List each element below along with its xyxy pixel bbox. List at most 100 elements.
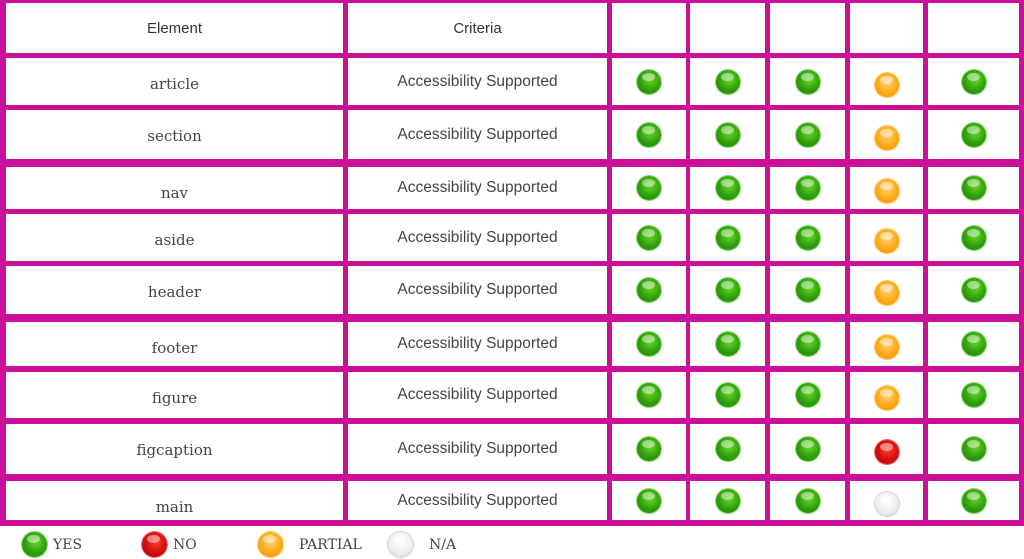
criteria-text: Accessibility Supported xyxy=(397,440,558,457)
status-partial-icon xyxy=(874,125,899,150)
legend-partial-icon xyxy=(258,532,283,557)
status-yes-icon xyxy=(961,488,986,513)
element-name: article xyxy=(149,75,199,93)
status-yes-icon xyxy=(961,437,986,461)
legend-label: YES xyxy=(53,536,83,553)
status-cell xyxy=(770,167,845,209)
status-yes-icon xyxy=(795,278,820,302)
status-cell xyxy=(612,322,686,366)
status-cell xyxy=(612,110,686,159)
support-table: Element Criteria article Accessibility Supp… xyxy=(0,0,1024,526)
status-na-icon xyxy=(874,491,899,516)
status-cell xyxy=(770,372,845,418)
status-cell xyxy=(690,266,765,314)
element-cell: figure xyxy=(6,372,343,418)
status-partial-icon xyxy=(874,386,899,410)
criteria-cell: Accessibility Supported xyxy=(348,214,607,261)
element-cell: article xyxy=(6,58,343,105)
status-partial-icon xyxy=(874,179,899,203)
status-cell xyxy=(690,424,765,474)
status-cell xyxy=(928,214,1019,261)
status-cell xyxy=(850,266,923,314)
legend-item-na: N/A xyxy=(388,532,456,557)
status-cell xyxy=(770,322,845,366)
status-no-icon xyxy=(874,440,899,464)
status-cell xyxy=(850,58,923,105)
status-cell xyxy=(850,481,923,520)
criteria-text: Accessibility Supported xyxy=(397,179,558,196)
element-name: aside xyxy=(154,231,195,249)
criteria-cell: Accessibility Supported xyxy=(348,167,607,209)
status-yes-icon xyxy=(715,383,740,407)
status-yes-icon xyxy=(637,383,661,407)
status-yes-icon xyxy=(715,332,740,356)
status-partial-icon xyxy=(874,228,899,253)
element-cell: header xyxy=(6,266,343,314)
status-cell xyxy=(770,481,845,520)
status-cell xyxy=(612,167,686,209)
status-cell xyxy=(928,58,1019,105)
status-cell xyxy=(690,214,765,261)
element-name: header xyxy=(147,283,202,301)
status-yes-icon xyxy=(715,225,740,250)
status-yes-icon xyxy=(961,278,986,302)
legend-label: PARTIAL xyxy=(299,536,362,553)
legend-na-icon xyxy=(388,532,413,557)
element-name: figure xyxy=(151,389,198,407)
status-yes-icon xyxy=(637,332,661,356)
status-cell xyxy=(770,266,845,314)
status-cell xyxy=(690,58,765,105)
element-cell: aside xyxy=(6,214,343,261)
status-partial-icon xyxy=(874,281,899,305)
element-cell: footer xyxy=(6,322,343,366)
status-cell xyxy=(928,167,1019,209)
status-yes-icon xyxy=(637,278,661,302)
element-name: nav xyxy=(160,184,189,202)
header-cell xyxy=(612,3,686,53)
status-cell xyxy=(928,372,1019,418)
status-yes-icon xyxy=(715,278,740,302)
status-cell xyxy=(612,266,686,314)
criteria-text: Accessibility Supported xyxy=(397,335,558,352)
element-name: footer xyxy=(151,339,198,357)
status-cell xyxy=(690,322,765,366)
status-yes-icon xyxy=(961,383,986,407)
criteria-text: Accessibility Supported xyxy=(397,72,558,90)
header-criteria: Criteria xyxy=(453,19,502,37)
status-cell xyxy=(850,167,923,209)
status-cell xyxy=(690,372,765,418)
status-yes-icon xyxy=(715,176,740,200)
status-cell xyxy=(850,372,923,418)
status-cell xyxy=(928,424,1019,474)
status-cell xyxy=(770,214,845,261)
status-yes-icon xyxy=(795,383,820,407)
header-cell xyxy=(850,3,923,53)
status-cell xyxy=(612,424,686,474)
status-cell xyxy=(850,322,923,366)
status-yes-icon xyxy=(637,122,661,147)
legend: YES NO PARTIAL N/A xyxy=(0,530,1024,559)
criteria-cell: Accessibility Supported xyxy=(348,266,607,314)
criteria-cell: Accessibility Supported xyxy=(348,372,607,418)
status-yes-icon xyxy=(961,69,986,94)
element-name: figcaption xyxy=(136,441,213,459)
element-name: section xyxy=(147,127,202,145)
status-cell xyxy=(612,372,686,418)
legend-item-no: NO xyxy=(142,532,197,557)
criteria-text: Accessibility Supported xyxy=(397,228,558,246)
legend-yes-icon xyxy=(22,532,47,557)
header-cell xyxy=(928,3,1019,53)
criteria-cell: Accessibility Supported xyxy=(348,322,607,366)
criteria-cell: Accessibility Supported xyxy=(348,424,607,474)
criteria-cell: Accessibility Supported xyxy=(348,110,607,159)
status-cell xyxy=(612,58,686,105)
status-cell xyxy=(850,214,923,261)
status-cell xyxy=(770,58,845,105)
element-cell: section xyxy=(6,110,343,159)
criteria-text: Accessibility Supported xyxy=(397,125,558,143)
status-yes-icon xyxy=(795,225,820,250)
status-cell xyxy=(612,481,686,520)
status-yes-icon xyxy=(795,176,820,200)
status-yes-icon xyxy=(961,122,986,147)
legend-item-yes: YES xyxy=(22,532,82,557)
